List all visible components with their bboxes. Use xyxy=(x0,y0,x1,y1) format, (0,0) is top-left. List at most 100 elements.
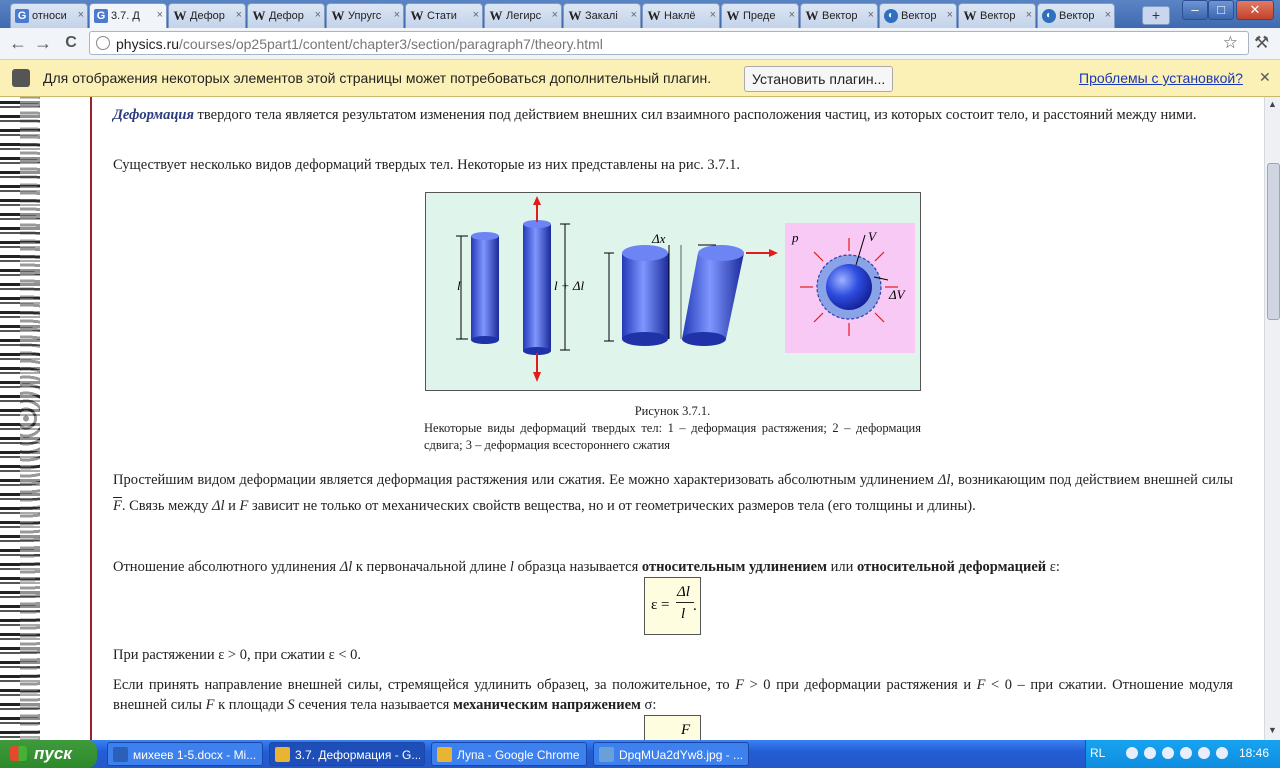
app-icon xyxy=(113,747,128,762)
windows-taskbar: пуск михеев 1-5.docx - Mi... 3.7. Деформа… xyxy=(0,740,1280,768)
site-favicon-icon: ◐ xyxy=(1042,9,1056,23)
url-text: physics.ru/courses/op25part1/content/cha… xyxy=(116,36,603,52)
tab-close-icon[interactable]: × xyxy=(315,9,321,21)
browser-tab[interactable]: W Вектор × xyxy=(958,3,1036,28)
browser-tab[interactable]: W Дефор × xyxy=(168,3,246,28)
tab-title: относи xyxy=(32,10,67,22)
paragraph-types: Существует несколько видов деформаций тв… xyxy=(113,157,740,173)
tray-icon[interactable] xyxy=(1162,747,1174,759)
app-icon xyxy=(275,747,290,762)
new-tab-button[interactable]: + xyxy=(1142,6,1170,25)
browser-tab[interactable]: W Вектор × xyxy=(800,3,878,28)
close-infobar-icon[interactable]: ✕ xyxy=(1259,69,1271,86)
caption-title: Рисунок 3.7.1. xyxy=(634,404,711,418)
tray-icon[interactable] xyxy=(1216,747,1228,759)
browser-tab[interactable]: Gотноси × xyxy=(10,3,88,28)
tab-close-icon[interactable]: × xyxy=(1105,9,1111,21)
taskbar-window-button[interactable]: михеев 1-5.docx - Mi... xyxy=(107,742,263,766)
browser-tab[interactable]: ◐ Вектор × xyxy=(879,3,957,28)
browser-tab[interactable]: W Закалі × xyxy=(563,3,641,28)
paragraph-sign: При растяжении ε > 0, при сжатии ε < 0. xyxy=(113,647,362,663)
label-l-plus-dl: l + Δl xyxy=(554,278,585,293)
tab-close-icon[interactable]: × xyxy=(868,9,874,21)
forward-button[interactable]: → xyxy=(33,33,53,53)
tab-title: Дефор xyxy=(269,10,304,22)
network-icon[interactable] xyxy=(1126,747,1138,759)
taskbar-window-label: DpqMUa2dYw8.jpg - ... xyxy=(619,748,744,762)
browser-tab[interactable]: ◐ Вектор × xyxy=(1037,3,1115,28)
volume-icon[interactable] xyxy=(1198,747,1210,759)
browser-tab[interactable]: W Стати × xyxy=(405,3,483,28)
scroll-down-arrow-icon[interactable]: ▼ xyxy=(1265,723,1280,738)
paragraph-definition: Деформация твердого тела является резуль… xyxy=(113,107,1197,123)
page-content: Деформация твердого тела является резуль… xyxy=(0,97,1264,740)
wikipedia-favicon-icon: W xyxy=(489,8,503,23)
installation-problems-link[interactable]: Проблемы с установкой? xyxy=(1079,70,1243,86)
wrench-menu-icon[interactable]: ⚒ xyxy=(1254,33,1269,53)
taskbar-window-button[interactable]: Лупа - Google Chrome xyxy=(431,742,587,766)
minimize-button[interactable]: – xyxy=(1182,0,1208,20)
tab-close-icon[interactable]: × xyxy=(710,9,716,21)
tab-close-icon[interactable]: × xyxy=(394,9,400,21)
browser-tab[interactable]: W Легирс × xyxy=(484,3,562,28)
tab-title: Стати xyxy=(427,10,457,22)
tab-close-icon[interactable]: × xyxy=(236,9,242,21)
install-plugin-button[interactable]: Установить плагин... xyxy=(744,66,894,92)
cylinder-before-shear xyxy=(604,245,669,346)
bookmark-star-icon[interactable]: ☆ xyxy=(1223,33,1238,53)
figure-3-7-1: l l + Δl Δx p V ΔV xyxy=(425,192,921,391)
tab-close-icon[interactable]: × xyxy=(947,9,953,21)
cylinder-sheared xyxy=(668,244,778,346)
tab-close-icon[interactable]: × xyxy=(552,9,558,21)
wikipedia-favicon-icon: W xyxy=(963,8,977,23)
taskbar-window-label: михеев 1-5.docx - Mi... xyxy=(133,748,257,762)
tab-close-icon[interactable]: × xyxy=(473,9,479,21)
tab-title: Преде xyxy=(743,10,776,22)
windows-flag-icon xyxy=(10,746,27,761)
plugin-infobar: Для отображения некоторых элементов этой… xyxy=(0,60,1280,97)
app-icon xyxy=(437,747,452,762)
browser-tab[interactable]: W Наклё × xyxy=(642,3,720,28)
scrollbar-thumb[interactable] xyxy=(1267,163,1280,320)
term-deformation: Деформация xyxy=(113,107,194,123)
browser-tab[interactable]: W Дефор × xyxy=(247,3,325,28)
taskbar-window-button[interactable]: 3.7. Деформация - G... xyxy=(269,742,425,766)
browser-tab[interactable]: W Преде × xyxy=(721,3,799,28)
app-icon xyxy=(599,747,614,762)
address-bar[interactable]: physics.ru/courses/op25part1/content/cha… xyxy=(89,31,1249,55)
reload-button[interactable]: C xyxy=(61,33,81,53)
wikipedia-favicon-icon: W xyxy=(726,8,740,23)
notebook-spiral xyxy=(0,97,40,740)
system-tray: RL 18:46 xyxy=(1085,740,1280,768)
label-dv: ΔV xyxy=(888,287,907,302)
tab-title: Дефор xyxy=(190,10,225,22)
figure-caption: Рисунок 3.7.1. Некоторые виды деформаций… xyxy=(424,403,921,454)
browser-tab[interactable]: W Упругс × xyxy=(326,3,404,28)
tray-icon[interactable] xyxy=(1144,747,1156,759)
tab-close-icon[interactable]: × xyxy=(1026,9,1032,21)
label-p: p xyxy=(791,230,799,245)
taskbar-window-button[interactable]: DpqMUa2dYw8.jpg - ... xyxy=(593,742,749,766)
tab-close-icon[interactable]: × xyxy=(78,9,84,21)
close-window-button[interactable]: ✕ xyxy=(1236,0,1274,20)
tab-title: Легирс xyxy=(506,10,542,22)
maximize-button[interactable]: □ xyxy=(1208,0,1234,20)
back-button[interactable]: ← xyxy=(8,33,28,53)
tab-close-icon[interactable]: × xyxy=(631,9,637,21)
google-favicon-icon: G xyxy=(94,9,108,23)
browser-tab[interactable]: G 3.7. Д × xyxy=(89,3,167,29)
tab-close-icon[interactable]: × xyxy=(157,9,163,21)
vertical-scrollbar[interactable]: ▲ ▼ xyxy=(1264,97,1280,740)
language-indicator[interactable]: RL xyxy=(1090,746,1105,760)
tab-close-icon[interactable]: × xyxy=(789,9,795,21)
page-icon xyxy=(96,36,110,50)
paragraph-relative-strain: Отношение абсолютного удлинения Δl к пер… xyxy=(113,559,1060,575)
tray-icon[interactable] xyxy=(1180,747,1192,759)
google-favicon-icon: G xyxy=(15,9,29,23)
formula-stress: F xyxy=(644,715,701,740)
tab-title: Вектор xyxy=(980,10,1016,22)
scroll-up-arrow-icon[interactable]: ▲ xyxy=(1265,97,1280,112)
start-button[interactable]: пуск xyxy=(0,740,97,768)
label-l: l xyxy=(457,278,461,293)
wikipedia-favicon-icon: W xyxy=(331,8,345,23)
